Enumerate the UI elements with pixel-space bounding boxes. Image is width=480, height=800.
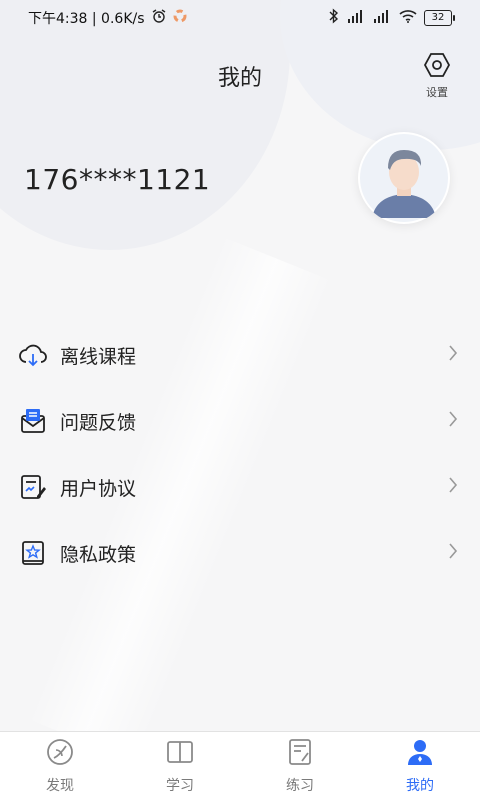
privacy-icon	[18, 538, 48, 568]
user-phone: 176****1121	[24, 163, 211, 196]
tab-discover[interactable]: 发现	[0, 732, 120, 800]
menu-item-offline-courses[interactable]: 离线课程	[0, 322, 480, 388]
avatar[interactable]	[358, 132, 450, 224]
tab-practice[interactable]: 练习	[240, 732, 360, 800]
alarm-icon	[151, 8, 167, 28]
tab-study[interactable]: 学习	[120, 732, 240, 800]
settings-button[interactable]: 设置	[416, 52, 458, 100]
signal-icon-2	[372, 9, 392, 27]
tab-label: 练习	[286, 778, 314, 794]
tab-label: 发现	[46, 778, 74, 794]
tab-label: 学习	[166, 778, 194, 794]
discover-icon	[45, 737, 75, 771]
agreement-icon	[18, 472, 48, 502]
status-time: 下午4:38 | 0.6K/s	[28, 11, 145, 27]
cloud-download-icon	[18, 340, 48, 370]
avatar-person-icon	[360, 134, 448, 222]
menu-item-label: 隐私政策	[60, 543, 137, 566]
menu-list: 离线课程 问题反馈 用户协议 隐私政策	[0, 322, 480, 586]
chevron-right-icon	[448, 542, 458, 564]
menu-item-privacy-policy[interactable]: 隐私政策	[0, 520, 480, 586]
wifi-icon	[398, 9, 418, 27]
chevron-right-icon	[448, 344, 458, 366]
menu-item-user-agreement[interactable]: 用户协议	[0, 454, 480, 520]
tab-mine[interactable]: 我的	[360, 732, 480, 800]
settings-label: 设置	[426, 86, 448, 99]
menu-item-label: 问题反馈	[60, 411, 137, 434]
tab-label: 我的	[406, 778, 434, 794]
menu-item-label: 离线课程	[60, 345, 137, 368]
app-notification-icon	[173, 9, 187, 27]
practice-icon	[285, 737, 315, 771]
bluetooth-icon	[328, 8, 340, 28]
chevron-right-icon	[448, 410, 458, 432]
book-icon	[165, 737, 195, 771]
bottom-tab-bar: 发现 学习 练习 我的	[0, 731, 480, 800]
page-title: 我的	[217, 66, 262, 91]
feedback-icon	[18, 406, 48, 436]
menu-item-label: 用户协议	[60, 477, 137, 500]
menu-item-feedback[interactable]: 问题反馈	[0, 388, 480, 454]
chevron-right-icon	[448, 476, 458, 498]
status-bar: 下午4:38 | 0.6K/s 32	[0, 0, 480, 36]
battery-icon: 32	[424, 10, 455, 26]
signal-icon-1	[346, 9, 366, 27]
settings-hexagon-icon	[423, 52, 451, 82]
user-icon	[405, 737, 435, 771]
